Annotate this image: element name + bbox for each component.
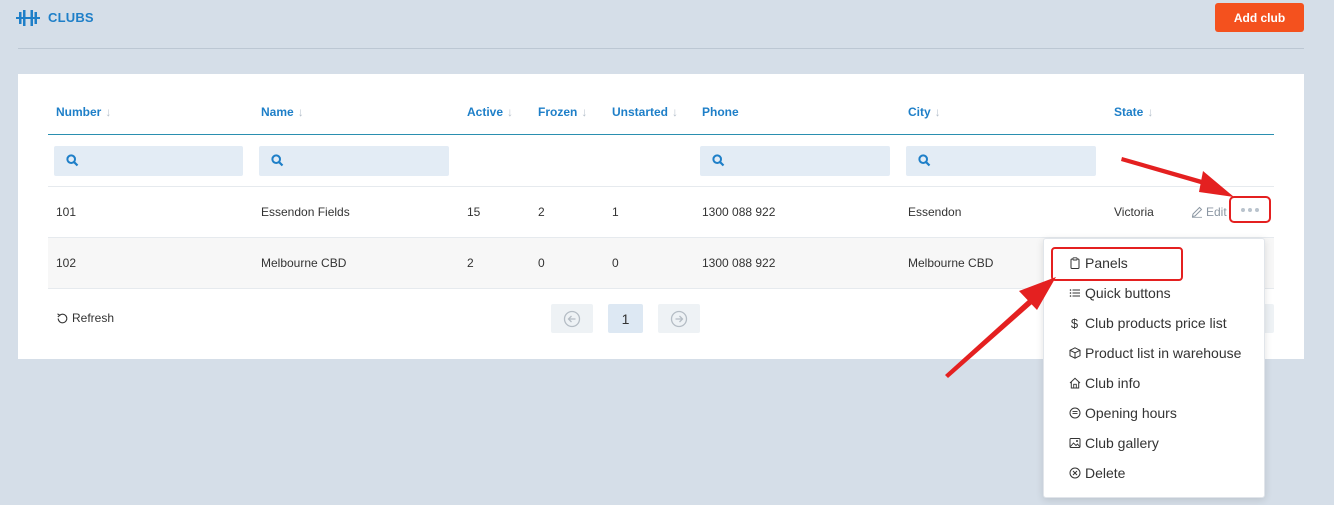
column-header-city[interactable]: City ↓ (908, 105, 941, 119)
cell-city: Melbourne CBD (908, 256, 994, 270)
menu-item-product-list-in-warehouse[interactable]: Product list in warehouse (1068, 342, 1241, 364)
name-filter-input[interactable] (291, 146, 445, 176)
dumbbell-icon (16, 10, 40, 26)
box-icon (1068, 347, 1081, 360)
sort-arrow-icon: ↓ (297, 105, 304, 119)
more-actions-button[interactable] (1229, 196, 1271, 223)
city-filter-input[interactable] (938, 146, 1092, 176)
refresh-icon (57, 312, 68, 323)
cell-active: 15 (467, 205, 481, 219)
cell-frozen: 0 (538, 256, 545, 270)
city-filter[interactable] (906, 146, 1096, 176)
dollar-icon: $ (1070, 315, 1079, 331)
search-icon (271, 154, 284, 167)
current-page[interactable]: 1 (608, 304, 643, 333)
menu-item-delete[interactable]: Delete (1068, 462, 1125, 484)
list-icon (1068, 287, 1081, 300)
panels-highlight-box (1051, 247, 1183, 281)
column-header-number[interactable]: Number ↓ (56, 105, 111, 119)
header-underline (48, 134, 1274, 135)
menu-item-club-products-price-list[interactable]: $ Club products price list (1068, 312, 1227, 334)
page-title: CLUBS (48, 10, 94, 25)
close-circle-icon (1068, 467, 1081, 480)
page-header: CLUBS Add club (0, 0, 1334, 48)
column-header-unstarted[interactable]: Unstarted ↓ (612, 105, 678, 119)
cell-number: 101 (56, 205, 77, 219)
cell-name: Melbourne CBD (261, 256, 347, 270)
number-filter[interactable] (54, 146, 243, 176)
add-club-button[interactable]: Add club (1215, 3, 1304, 32)
arrow-left-circle-icon (563, 310, 581, 327)
column-header-state[interactable]: State ↓ (1114, 105, 1153, 119)
column-header-frozen[interactable]: Frozen ↓ (538, 105, 587, 119)
cell-unstarted: 1 (612, 205, 619, 219)
sort-arrow-icon: ↓ (672, 105, 679, 119)
cell-phone: 1300 088 922 (702, 256, 776, 270)
number-filter-input[interactable] (86, 146, 239, 176)
cell-active: 2 (467, 256, 474, 270)
table-row[interactable]: 101 Essendon Fields 15 2 1 1300 088 922 … (48, 187, 1274, 237)
search-icon (66, 154, 79, 167)
sort-arrow-icon: ↓ (1147, 105, 1154, 119)
refresh-button[interactable]: Refresh (56, 311, 114, 325)
menu-item-quick-buttons[interactable]: Quick buttons (1068, 282, 1171, 304)
phone-filter[interactable] (700, 146, 890, 176)
edit-button[interactable]: Edit (1191, 187, 1227, 237)
cell-state: Victoria (1114, 205, 1154, 219)
arrow-right-circle-icon (670, 310, 688, 327)
menu-item-opening-hours[interactable]: Opening hours (1068, 402, 1177, 424)
cell-name: Essendon Fields (261, 205, 350, 219)
sort-arrow-icon: ↓ (507, 105, 514, 119)
home-icon (1068, 377, 1081, 390)
cell-number: 102 (56, 256, 77, 270)
search-icon (918, 154, 931, 167)
prev-page-button[interactable] (551, 304, 593, 333)
header-divider (18, 48, 1304, 49)
cell-phone: 1300 088 922 (702, 205, 776, 219)
phone-filter-input[interactable] (732, 146, 886, 176)
cell-unstarted: 0 (612, 256, 619, 270)
column-header-name[interactable]: Name ↓ (261, 105, 304, 119)
search-icon (712, 154, 725, 167)
name-filter[interactable] (259, 146, 449, 176)
menu-item-club-gallery[interactable]: Club gallery (1068, 432, 1159, 454)
column-header-active[interactable]: Active ↓ (467, 105, 513, 119)
clock-icon (1068, 407, 1081, 420)
cell-frozen: 2 (538, 205, 545, 219)
column-header-phone[interactable]: Phone (702, 105, 739, 119)
menu-item-club-info[interactable]: Club info (1068, 372, 1140, 394)
sort-arrow-icon: ↓ (934, 105, 941, 119)
sort-arrow-icon: ↓ (105, 105, 112, 119)
next-page-button[interactable] (658, 304, 700, 333)
sort-arrow-icon: ↓ (581, 105, 588, 119)
pencil-icon (1191, 206, 1203, 218)
image-icon (1068, 437, 1081, 450)
cell-city: Essendon (908, 205, 962, 219)
